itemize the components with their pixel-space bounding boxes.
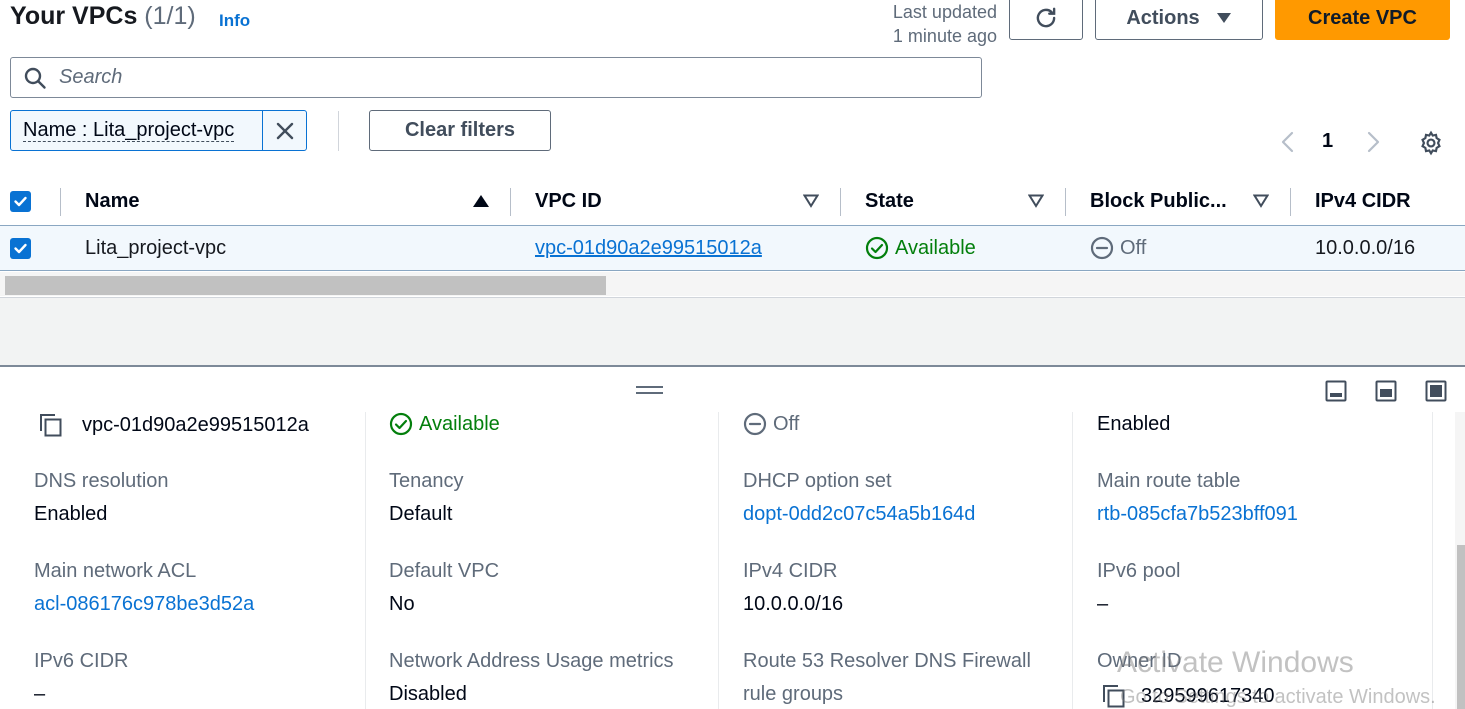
sort-asc-icon[interactable] (472, 194, 490, 208)
cell-state-label: Available (895, 236, 976, 259)
activate-windows-watermark: Activate Windows (1117, 646, 1354, 679)
last-updated-time: 1 minute ago (892, 26, 997, 46)
actions-label: Actions (1126, 6, 1200, 29)
column-header-name[interactable]: Name (85, 178, 139, 225)
detail-state: Available (389, 412, 500, 436)
column-divider (840, 188, 841, 216)
column-divider (1065, 188, 1066, 216)
detail-dns-hostnames-value: Enabled (1097, 413, 1171, 435)
minus-circle-icon (1090, 236, 1114, 260)
check-circle-icon (865, 236, 889, 260)
sort-desc-icon[interactable] (803, 194, 819, 208)
detail-label: IPv4 CIDR (743, 560, 838, 582)
drag-handle-icon[interactable] (636, 386, 663, 394)
detail-label: Tenancy (389, 470, 464, 492)
search-placeholder: Search (59, 66, 123, 88)
detail-value: – (1097, 593, 1109, 615)
column-divider (1290, 188, 1291, 216)
detail-label-continued: rule groups (743, 683, 844, 705)
detail-label: Main network ACL (34, 560, 197, 582)
minus-circle-icon (743, 412, 767, 436)
clear-filters-button[interactable]: Clear filters (369, 110, 551, 151)
detail-label: Route 53 Resolver DNS Firewall (743, 650, 1031, 672)
last-updated-label: Last updated (892, 2, 997, 22)
actions-button[interactable]: Actions (1095, 0, 1263, 40)
detail-label: DNS resolution (34, 470, 169, 492)
detail-block-public-value: Off (773, 412, 800, 435)
detail-label: Main route table (1097, 470, 1241, 492)
detail-vpc-id-value: vpc-01d90a2e99515012a (82, 413, 309, 436)
remove-filter-button[interactable] (262, 111, 306, 150)
detail-value: Disabled (389, 683, 467, 705)
panel-full-icon[interactable] (1425, 380, 1447, 402)
detail-state-value: Available (419, 412, 500, 435)
panel-bottom-icon[interactable] (1325, 380, 1347, 402)
detail-label: IPv6 CIDR (34, 650, 129, 672)
detail-value: 10.0.0.0/16 (743, 593, 844, 615)
cell-state: Available (865, 226, 976, 270)
info-link[interactable]: Info (219, 11, 250, 31)
close-icon (276, 122, 293, 139)
check-circle-icon (389, 412, 413, 436)
details-column-divider (1072, 412, 1073, 709)
divider (338, 111, 339, 151)
column-divider (60, 188, 61, 216)
chevron-right-icon[interactable] (1363, 130, 1383, 154)
copy-icon[interactable] (38, 412, 64, 438)
gear-icon[interactable] (1418, 130, 1444, 156)
detail-value: Default (389, 503, 453, 525)
detail-label: DHCP option set (743, 470, 892, 492)
detail-value: – (34, 683, 46, 705)
details-column-divider (1432, 412, 1433, 709)
table-footer-area (0, 297, 1465, 365)
column-header-state[interactable]: State (865, 178, 914, 225)
panel-middle-icon[interactable] (1375, 380, 1397, 402)
create-vpc-button[interactable]: Create VPC (1275, 0, 1450, 40)
horizontal-scrollbar-thumb[interactable] (5, 276, 606, 295)
last-updated: Last updated 1 minute ago (860, 0, 997, 48)
table-row[interactable]: Lita_project-vpc vpc-01d90a2e99515012a A… (0, 226, 1465, 271)
filter-token: Name : Lita_project-vpc (10, 110, 307, 151)
vertical-scrollbar-thumb[interactable] (1457, 545, 1465, 709)
column-header-block-public[interactable]: Block Public... (1090, 178, 1227, 225)
detail-label: Network Address Usage metrics (389, 650, 674, 672)
detail-label: IPv6 pool (1097, 560, 1181, 582)
caret-down-icon (1216, 13, 1231, 23)
detail-vpc-id: vpc-01d90a2e99515012a (38, 412, 309, 438)
refresh-icon (1036, 7, 1056, 28)
filter-token-label[interactable]: Name : Lita_project-vpc (11, 111, 262, 150)
detail-value: No (389, 593, 415, 615)
cell-vpc-id-link[interactable]: vpc-01d90a2e99515012a (535, 226, 762, 270)
table-header: Name VPC ID State Block Public... IPv4 C… (0, 178, 1465, 226)
detail-label: Default VPC (389, 560, 500, 582)
page-number[interactable]: 1 (1322, 130, 1333, 153)
main-route-table-link[interactable]: rtb-085cfa7b523bff091 (1097, 503, 1298, 526)
main-network-acl-link[interactable]: acl-086176c978be3d52a (34, 593, 254, 616)
sort-desc-icon[interactable] (1253, 194, 1269, 208)
page-title-text: Your VPCs (10, 2, 138, 30)
details-column-divider (718, 412, 719, 709)
column-header-ipv4-cidr[interactable]: IPv4 CIDR (1315, 178, 1411, 225)
column-divider (510, 188, 511, 216)
cell-block-public-label: Off (1120, 236, 1147, 259)
sort-desc-icon[interactable] (1028, 194, 1044, 208)
details-column-divider (365, 412, 366, 709)
column-header-vpc-id[interactable]: VPC ID (535, 178, 602, 225)
cell-block-public: Off (1090, 226, 1146, 270)
select-all-checkbox[interactable] (10, 178, 31, 225)
dhcp-option-set-link[interactable]: dopt-0dd2c07c54a5b164d (743, 503, 975, 526)
detail-value: Enabled (34, 503, 108, 525)
search-input[interactable]: Search (10, 57, 982, 98)
refresh-button[interactable] (1009, 0, 1083, 40)
cell-ipv4-cidr: 10.0.0.0/16 (1315, 236, 1416, 259)
page-title: Your VPCs (1/1) (10, 2, 196, 31)
search-icon (24, 67, 46, 89)
activate-windows-hint: Go to Settings to activate Windows. (1120, 686, 1436, 708)
vpc-count: (1/1) (144, 2, 196, 30)
detail-block-public: Off (743, 412, 799, 436)
row-checkbox[interactable] (10, 226, 31, 270)
split-panel-divider[interactable] (0, 365, 1465, 367)
chevron-left-icon[interactable] (1278, 130, 1298, 154)
cell-name: Lita_project-vpc (85, 236, 227, 259)
